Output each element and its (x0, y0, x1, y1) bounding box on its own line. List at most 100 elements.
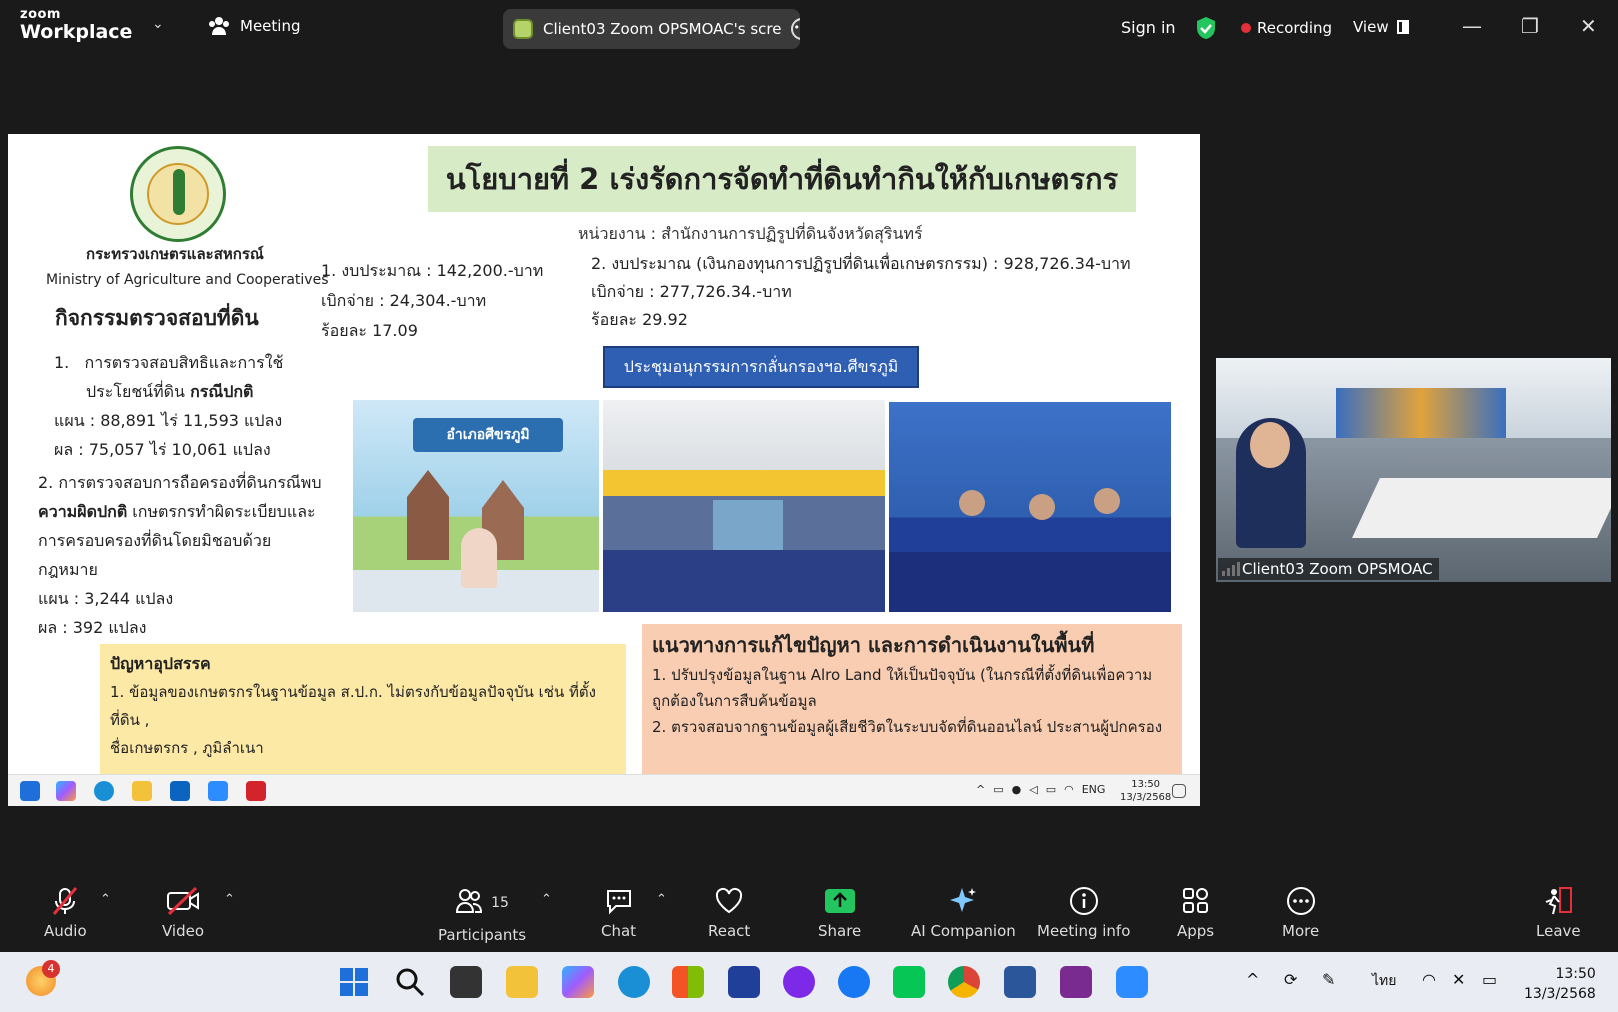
ministry-name-english: Ministry of Agriculture and Cooperatives (46, 272, 329, 288)
apps-button[interactable]: Apps (1177, 886, 1214, 940)
meeting-photo-3 (889, 402, 1171, 612)
view-button[interactable]: View (1353, 18, 1409, 36)
layout-icon (1396, 20, 1409, 34)
audio-caret-icon[interactable]: ⌃ (100, 892, 111, 907)
temple-shape (407, 470, 449, 560)
edge-icon[interactable] (618, 966, 650, 998)
screen-share-pill[interactable]: Client03 Zoom OPSMOAC's scre ••• (503, 9, 800, 49)
task-view-icon[interactable] (450, 966, 482, 998)
copilot-icon[interactable] (562, 966, 594, 998)
ministry-name-thai: กระทรวงเกษตรและสหกรณ์ (86, 245, 264, 263)
share-button[interactable]: Share (818, 886, 861, 940)
remote-edge-icon (94, 781, 114, 801)
chat-icon (606, 890, 631, 915)
tab-meeting[interactable]: Meeting (208, 16, 300, 36)
table-front (889, 552, 1171, 612)
remote-mic-icon: ● (1011, 783, 1022, 796)
facebook-icon[interactable] (838, 966, 870, 998)
item1-text-a: การตรวจสอบสิทธิและการใช้ (84, 353, 284, 372)
info-icon (1069, 887, 1098, 915)
chrome-icon[interactable] (948, 966, 980, 998)
item1-line-b: ประโยชน์ที่ดิน กรณีปกติ (38, 377, 358, 406)
system-clock[interactable]: 13:50 13/3/2568 (1524, 964, 1596, 1004)
participants-button[interactable]: 15 Participants (438, 886, 526, 944)
wifi-icon[interactable]: ◠ (1422, 970, 1436, 989)
remote-battery-icon: ▭ (993, 783, 1004, 796)
sign-in-link[interactable]: Sign in (1121, 18, 1176, 37)
video-person-face (1250, 422, 1290, 468)
participants-label: Participants (438, 926, 527, 944)
shared-screen-content: กระทรวงเกษตรและสหกรณ์ Ministry of Agricu… (8, 134, 1200, 774)
remote-outlook-icon (170, 781, 190, 801)
more-dots-icon (1286, 887, 1315, 915)
word-icon[interactable] (1004, 966, 1036, 998)
item2-line-a: 2. การตรวจสอบการถือครองที่ดินกรณีพบ (38, 473, 322, 492)
l-app-icon[interactable] (728, 966, 760, 998)
budget1-percent: ร้อยละ 17.09 (321, 321, 418, 340)
yellow-drape (603, 470, 885, 496)
recording-indicator[interactable]: Recording (1241, 19, 1332, 37)
share-label: Share (818, 922, 862, 940)
remote-copilot-icon (56, 781, 76, 801)
file-explorer-icon[interactable] (506, 966, 538, 998)
windows-start-icon[interactable] (338, 966, 370, 998)
item2-result: ผล : 392 แปลง (38, 618, 147, 637)
ai-companion-label: AI Companion (911, 922, 1016, 940)
remote-zoom-icon (208, 781, 228, 801)
zoom-app-icon[interactable] (1116, 966, 1148, 998)
line-icon[interactable] (893, 966, 925, 998)
zoom-title-bar: zoom Workplace ⌄ Meeting Client03 Zoom O… (0, 0, 1618, 56)
remote-speaker-icon: ◁ (1029, 783, 1038, 796)
language-indicator[interactable]: ไทย (1372, 970, 1396, 992)
budget1-disbursed: เบิกจ่าย : 24,304.-บาท (321, 291, 487, 310)
video-caret-icon[interactable]: ⌃ (224, 892, 235, 907)
chat-caret-icon[interactable]: ⌃ (656, 892, 667, 907)
video-label: Video (162, 922, 205, 940)
shield-check-icon[interactable] (1196, 16, 1216, 40)
more-button[interactable]: More (1282, 886, 1319, 940)
minimize-icon[interactable]: — (1462, 14, 1482, 38)
meeting-info-button[interactable]: Meeting info (1037, 886, 1130, 940)
leave-button[interactable]: Leave (1536, 886, 1581, 940)
budget2-percent: ร้อยละ 29.92 (591, 310, 688, 329)
brand-big: Workplace (20, 21, 133, 43)
screen-share-app-icon (513, 19, 533, 39)
canva-icon[interactable] (783, 966, 815, 998)
people-icon (209, 17, 229, 35)
remote-tray-chevron-icon: ^ (976, 783, 986, 796)
problem-1: 1. ข้อมูลของเกษตรกรในฐานข้อมูล ส.ป.ก. ไม… (110, 683, 596, 729)
solution-1: 1. ปรับปรุงข้อมูลในฐาน Alro Land ให้เป็น… (652, 666, 1153, 684)
person-2 (1029, 494, 1055, 520)
heart-icon (716, 887, 743, 914)
budget2-disbursed: เบิกจ่าย : 277,726.34.-บาท (591, 282, 792, 301)
audio-button[interactable]: Audio (44, 886, 87, 940)
meeting-controls: Audio ⌃ Video ⌃ 15 Participants ⌃ Chat ⌃… (0, 878, 1618, 952)
store-icon[interactable] (672, 966, 704, 998)
apps-icon (1182, 888, 1208, 913)
close-icon[interactable]: ✕ (1580, 14, 1597, 38)
pen-icon[interactable]: ✎ (1322, 970, 1335, 989)
search-icon[interactable] (394, 966, 426, 998)
pdf-app-icon[interactable] (1060, 966, 1092, 998)
remote-tray: ^ ▭ ● ◁ ▭ ◠ ENG (976, 783, 1105, 796)
meeting-photo-1: อำเภอศีขรภูมิ (353, 400, 599, 612)
react-label: React (708, 922, 751, 940)
remote-network-icon: ▭ (1045, 783, 1057, 796)
speaker-muted-icon[interactable]: ✕ (1452, 970, 1465, 989)
chevron-down-icon[interactable]: ⌄ (152, 16, 164, 32)
speaker-figure (461, 528, 497, 588)
video-button[interactable]: Video (162, 886, 204, 940)
react-button[interactable]: React (708, 886, 750, 940)
sync-icon[interactable]: ⟳ (1284, 970, 1297, 989)
restore-icon[interactable]: ❐ (1521, 14, 1539, 38)
participants-caret-icon[interactable]: ⌃ (541, 892, 552, 907)
recording-dot-icon (1241, 23, 1251, 33)
chat-button[interactable]: Chat (601, 886, 636, 940)
remote-pdf-icon (246, 781, 266, 801)
battery-icon[interactable]: ▭ (1482, 970, 1497, 989)
ai-companion-button[interactable]: AI Companion (911, 886, 1016, 940)
participant-video-tile[interactable]: Client03 Zoom OPSMOAC (1216, 358, 1611, 582)
problems-box: ปัญหาอุปสรรค 1. ข้อมูลของเกษตรกรในฐานข้อ… (100, 644, 626, 774)
more-options-icon[interactable]: ••• (791, 18, 800, 40)
tray-chevron-icon[interactable]: ^ (1246, 970, 1259, 989)
